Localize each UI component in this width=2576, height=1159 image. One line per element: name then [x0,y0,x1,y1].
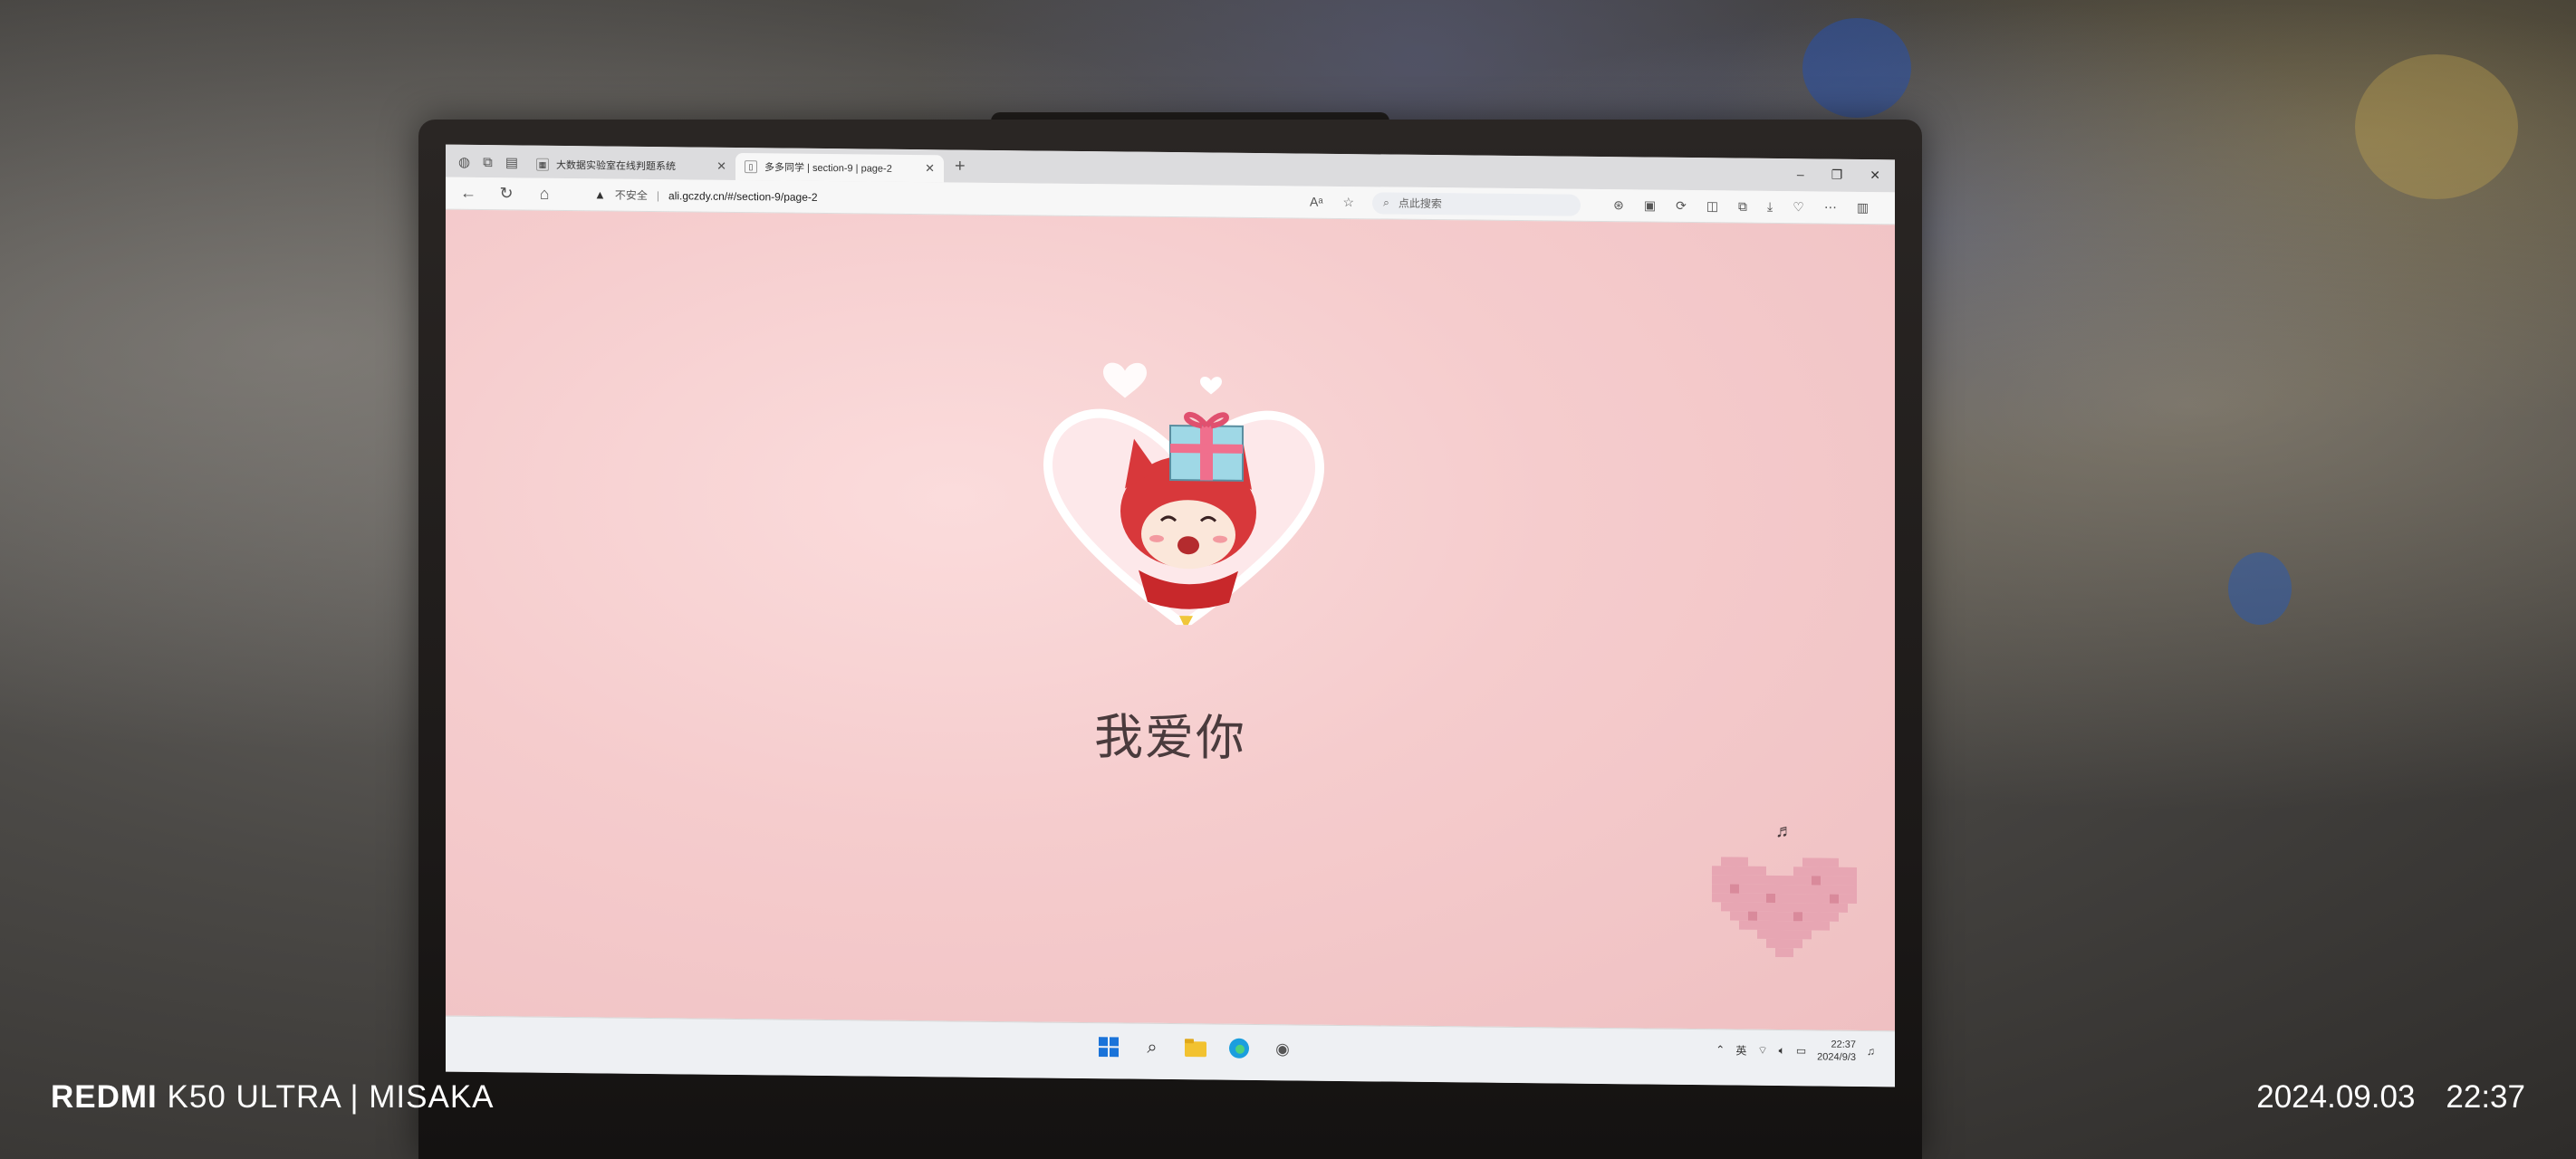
clock-date: 2024/9/3 [1817,1051,1856,1063]
read-aloud-icon[interactable]: Aᵃ [1310,195,1323,210]
page-favicon-icon: ▯ [745,160,757,174]
watermark-date: 2024.09.03 [2256,1079,2416,1115]
restore-button[interactable]: ❐ [1831,168,1843,183]
address-tools: Aᵃ ☆ [1310,195,1354,211]
notification-bell-icon[interactable]: ♫ [1867,1045,1875,1058]
tab-close-icon[interactable]: ✕ [716,159,726,174]
system-tray: ⌃ 英 ⌔ 🔈︎ ▭ 22:37 2024/9/3 ♫ [1716,1037,1875,1064]
profile-icon[interactable]: ◍ [458,154,470,170]
clock[interactable]: 22:37 2024/9/3 [1817,1038,1856,1063]
search-icon[interactable]: ⌕ [1139,1035,1165,1060]
back-arrow-icon[interactable]: ← [458,184,478,203]
edge-browser-icon[interactable] [1226,1036,1252,1061]
favorite-star-icon[interactable]: ☆ [1343,195,1355,210]
tab-close-icon[interactable]: ✕ [925,161,935,176]
pixel-heart-icon[interactable] [1712,857,1857,958]
watermark-brand: REDMI [51,1079,158,1115]
battery-icon[interactable]: ▭ [1796,1044,1806,1057]
decor-blue-blob [1802,18,1911,118]
tab-actions-icon[interactable]: ▤ [505,154,518,170]
watermark-time: 22:37 [2446,1079,2525,1115]
start-windows-icon[interactable] [1096,1034,1121,1059]
camera-watermark: REDMI K50 ULTRA | MISAKA [51,1079,495,1116]
tab-favicon-icon: ▦ [536,158,549,171]
laptop-screen: ◍ ⧉ ▤ ▦ 大数据实验室在线判题系统 ✕ ▯ 多多同学 | section-… [446,144,1895,1087]
chevron-up-icon[interactable]: ⌃ [1716,1043,1725,1056]
watermark-model: K50 ULTRA | MISAKA [167,1079,495,1115]
extension-icons: ⊛ ▣ ⟳ ◫ ⧉ ⤓ ♡ ⋯ ▥ [1613,197,1869,216]
sync-icon[interactable]: ⟳ [1676,198,1687,214]
address-separator: | [656,188,660,202]
decor-blue-spot [2228,552,2292,625]
search-box[interactable]: ⌕ 点此搜索 [1372,191,1581,216]
tab-title: 大数据实验室在线判题系统 [556,159,676,173]
tab-active-page[interactable]: ▯ 多多同学 | section-9 | page-2 ✕ [735,152,944,183]
file-explorer-icon[interactable] [1183,1035,1208,1060]
warning-triangle-icon[interactable]: ▲ [594,187,606,201]
window-controls: – ❐ ✕ [1797,167,1895,192]
taskbar-apps: ⌕ ◉ [1096,1034,1295,1061]
search-placeholder: 点此搜索 [1398,196,1442,211]
wifi-icon[interactable]: ⌔ [1757,1043,1767,1057]
mascot-heart-illustration [1043,362,1325,627]
sidebar-toggle-icon[interactable]: ▥ [1857,200,1869,216]
camera-timestamp: 2024.09.03 22:37 [2256,1079,2525,1116]
tab-oj[interactable]: ▦ 大数据实验室在线判题系统 ✕ [527,151,735,180]
performance-icon[interactable]: ♡ [1793,199,1804,215]
address-bar[interactable]: ▲ 不安全 | ali.gczdy.cn/#/section-9/page-2 [594,183,1292,214]
clipboard-icon[interactable]: ▣ [1644,197,1656,213]
refresh-icon[interactable]: ↻ [496,184,516,203]
home-icon[interactable]: ⌂ [534,185,554,204]
app-icon[interactable]: ◉ [1270,1036,1295,1061]
web-page: 我爱你 ♬ [446,209,1895,1031]
security-label: 不安全 [614,188,648,202]
love-message: 我爱你 [1094,708,1246,767]
url-text[interactable]: ali.gczdy.cn/#/section-9/page-2 [668,189,818,204]
search-icon: ⌕ [1383,196,1389,209]
download-icon[interactable]: ⤓ [1767,199,1773,215]
new-tab-button[interactable]: + [944,156,976,182]
extension-icon[interactable]: ⊛ [1613,197,1624,213]
decor-gold-blob [2355,54,2518,199]
close-window-button[interactable]: ✕ [1870,168,1880,183]
more-menu-icon[interactable]: ⋯ [1824,200,1837,216]
tab-strip-icons: ◍ ⧉ ▤ [446,154,527,178]
tab-title: 多多同学 | section-9 | page-2 [764,162,892,175]
collections-icon[interactable]: ⧉ [1738,199,1747,215]
clock-time: 22:37 [1831,1039,1856,1050]
music-note-icon[interactable]: ♬ [1775,821,1793,842]
minimize-button[interactable]: – [1797,167,1804,182]
ime-indicator[interactable]: 英 [1735,1042,1746,1058]
workspaces-icon[interactable]: ⧉ [483,154,493,170]
volume-icon[interactable]: 🔈︎ [1779,1044,1785,1058]
split-screen-icon[interactable]: ◫ [1706,198,1718,214]
